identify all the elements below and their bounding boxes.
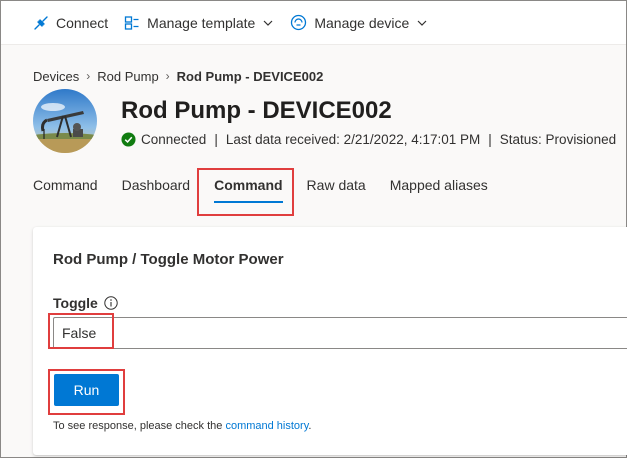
plug-icon [34,15,48,30]
chevron-right-icon: › [86,69,91,83]
manage-template-button[interactable]: Manage template [124,15,274,31]
manage-template-label: Manage template [147,14,256,31]
command-history-link[interactable]: command history [225,420,308,432]
info-icon[interactable] [104,296,118,310]
tab-dashboard[interactable]: Dashboard [122,176,191,200]
chevron-down-icon [417,20,427,26]
manage-device-label: Manage device [314,14,410,31]
check-circle-icon [121,132,136,147]
tab-command-1[interactable]: Command [33,176,98,200]
toggle-label: Toggle [53,295,118,311]
connect-button[interactable]: Connect [33,15,108,31]
highlight-box [48,313,114,349]
toggle-field[interactable]: False [53,317,627,349]
divider: | [214,132,218,147]
device-avatar [33,89,97,153]
breadcrumb: Devices › Rod Pump › Rod Pump - DEVICE00… [33,67,323,85]
device-icon [291,14,307,31]
tab-raw-data[interactable]: Raw data [307,176,366,200]
highlight-box [197,168,294,216]
last-data-received: Last data received: 2/21/2022, 4:17:01 P… [225,132,481,147]
divider: | [488,132,492,147]
breadcrumb-current: Rod Pump - DEVICE002 [176,68,324,84]
hint-text: To see response, please check the [53,420,226,432]
chevron-right-icon: › [165,69,170,83]
tab-mapped-aliases[interactable]: Mapped aliases [390,176,488,200]
breadcrumb-devices[interactable]: Devices [33,69,79,84]
response-hint: To see response, please check the comman… [53,420,311,432]
chevron-down-icon [263,20,273,26]
command-card: Rod Pump / Toggle Motor Power Toggle Fal… [33,227,627,455]
command-bar: Connect Manage template Manage device [1,1,626,45]
provision-status: Status: Provisioned [499,132,617,147]
breadcrumb-template[interactable]: Rod Pump [97,69,158,84]
page-title: Rod Pump - DEVICE002 [121,97,392,124]
template-icon [125,15,139,30]
connection-status: Connected [141,132,207,147]
command-title: Rod Pump / Toggle Motor Power [53,251,284,268]
toggle-label-text: Toggle [53,295,98,311]
device-status-line: Connected | Last data received: 2/21/202… [121,132,616,147]
hint-suffix: . [308,420,312,432]
highlight-box [48,369,125,415]
connect-label: Connect [56,14,109,31]
manage-device-button[interactable]: Manage device [290,14,428,31]
